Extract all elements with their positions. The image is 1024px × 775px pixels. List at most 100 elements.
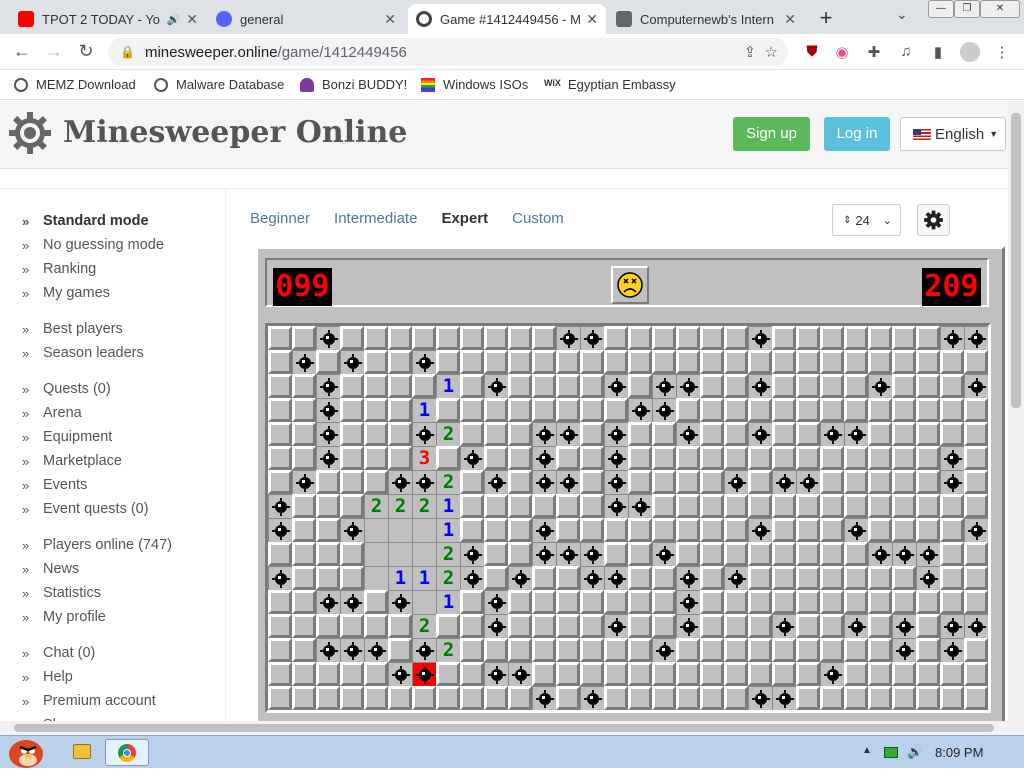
covered-cell[interactable] xyxy=(652,446,676,470)
maximize-button[interactable]: ❐ xyxy=(954,0,980,18)
mine-cell[interactable] xyxy=(940,470,964,494)
covered-cell[interactable] xyxy=(820,638,844,662)
covered-cell[interactable] xyxy=(700,326,724,350)
covered-cell[interactable] xyxy=(820,470,844,494)
covered-cell[interactable] xyxy=(940,590,964,614)
covered-cell[interactable] xyxy=(892,446,916,470)
covered-cell[interactable] xyxy=(916,374,940,398)
covered-cell[interactable] xyxy=(724,494,748,518)
covered-cell[interactable] xyxy=(724,638,748,662)
covered-cell[interactable] xyxy=(388,350,412,374)
covered-cell[interactable] xyxy=(868,326,892,350)
mine-cell[interactable] xyxy=(340,638,364,662)
covered-cell[interactable] xyxy=(844,446,868,470)
menu-icon[interactable]: ⋮ xyxy=(992,43,1012,61)
close-window-button[interactable]: ✕ xyxy=(980,0,1020,18)
sidebar-item[interactable]: » Players online (747) xyxy=(22,533,222,557)
covered-cell[interactable] xyxy=(724,446,748,470)
covered-cell[interactable] xyxy=(292,494,316,518)
covered-cell[interactable] xyxy=(916,518,940,542)
covered-cell[interactable] xyxy=(700,686,724,710)
covered-cell[interactable] xyxy=(964,566,988,590)
covered-cell[interactable] xyxy=(748,638,772,662)
covered-cell[interactable] xyxy=(796,398,820,422)
mine-cell[interactable] xyxy=(628,494,652,518)
share-star-icons[interactable]: ⇪ ☆ xyxy=(744,43,778,61)
address-bar[interactable]: 🔒 minesweeper.online/game/1412449456 ⇪ ☆ xyxy=(108,38,788,66)
covered-cell[interactable] xyxy=(436,326,460,350)
covered-cell[interactable] xyxy=(292,638,316,662)
covered-cell[interactable] xyxy=(700,590,724,614)
covered-cell[interactable] xyxy=(916,422,940,446)
covered-cell[interactable] xyxy=(340,422,364,446)
covered-cell[interactable] xyxy=(820,542,844,566)
mine-cell[interactable] xyxy=(964,326,988,350)
mine-cell[interactable] xyxy=(412,422,436,446)
covered-cell[interactable] xyxy=(772,350,796,374)
covered-cell[interactable] xyxy=(796,566,820,590)
covered-cell[interactable] xyxy=(916,638,940,662)
sidebar-item[interactable]: » Ranking xyxy=(22,257,222,281)
covered-cell[interactable] xyxy=(748,590,772,614)
site-title[interactable]: Minesweeper Online xyxy=(63,115,407,150)
covered-cell[interactable] xyxy=(556,566,580,590)
covered-cell[interactable] xyxy=(388,614,412,638)
covered-cell[interactable] xyxy=(484,422,508,446)
covered-cell[interactable] xyxy=(652,350,676,374)
covered-cell[interactable] xyxy=(940,494,964,518)
settings-button[interactable] xyxy=(917,204,950,236)
mine-cell[interactable] xyxy=(268,494,292,518)
log-in-button[interactable]: Log in xyxy=(824,117,890,151)
covered-cell[interactable] xyxy=(268,614,292,638)
mine-cell[interactable] xyxy=(604,614,628,638)
bookmark-egyptian-embassy[interactable]: WiX Egyptian Embassy xyxy=(544,77,676,92)
sidebar-item[interactable]: » Season leaders xyxy=(22,341,222,365)
covered-cell[interactable] xyxy=(388,398,412,422)
covered-cell[interactable] xyxy=(868,398,892,422)
mine-cell[interactable] xyxy=(676,422,700,446)
revealed-empty-cell[interactable] xyxy=(388,518,412,542)
covered-cell[interactable] xyxy=(556,590,580,614)
covered-cell[interactable] xyxy=(724,398,748,422)
covered-cell[interactable] xyxy=(340,686,364,710)
covered-cell[interactable] xyxy=(364,422,388,446)
covered-cell[interactable] xyxy=(964,470,988,494)
number-cell[interactable]: 2 xyxy=(436,566,460,590)
scroll-thumb[interactable] xyxy=(14,724,994,732)
covered-cell[interactable] xyxy=(748,398,772,422)
covered-cell[interactable] xyxy=(748,614,772,638)
mine-cell[interactable] xyxy=(868,374,892,398)
mine-cell[interactable] xyxy=(724,566,748,590)
covered-cell[interactable] xyxy=(340,494,364,518)
covered-cell[interactable] xyxy=(268,590,292,614)
covered-cell[interactable] xyxy=(940,662,964,686)
covered-cell[interactable] xyxy=(508,374,532,398)
covered-cell[interactable] xyxy=(604,350,628,374)
covered-cell[interactable] xyxy=(364,662,388,686)
mine-cell[interactable] xyxy=(460,446,484,470)
mine-cell[interactable] xyxy=(748,374,772,398)
covered-cell[interactable] xyxy=(868,614,892,638)
covered-cell[interactable] xyxy=(916,398,940,422)
mine-cell[interactable] xyxy=(316,374,340,398)
revealed-empty-cell[interactable] xyxy=(412,518,436,542)
tab-tpot[interactable]: TPOT 2 TODAY - Yo 🔊 ✕ xyxy=(10,4,206,34)
covered-cell[interactable] xyxy=(868,566,892,590)
covered-cell[interactable] xyxy=(844,470,868,494)
covered-cell[interactable] xyxy=(916,350,940,374)
ublock-icon[interactable]: ⛊ xyxy=(802,43,822,60)
covered-cell[interactable] xyxy=(316,614,340,638)
covered-cell[interactable] xyxy=(484,350,508,374)
covered-cell[interactable] xyxy=(556,398,580,422)
covered-cell[interactable] xyxy=(412,374,436,398)
covered-cell[interactable] xyxy=(268,350,292,374)
covered-cell[interactable] xyxy=(676,494,700,518)
covered-cell[interactable] xyxy=(724,518,748,542)
covered-cell[interactable] xyxy=(652,494,676,518)
covered-cell[interactable] xyxy=(796,686,820,710)
number-cell[interactable]: 1 xyxy=(412,398,436,422)
mine-cell[interactable] xyxy=(748,326,772,350)
tab-game[interactable]: Game #1412449456 - M ✕ xyxy=(408,4,606,34)
covered-cell[interactable] xyxy=(556,350,580,374)
mine-cell[interactable] xyxy=(484,470,508,494)
